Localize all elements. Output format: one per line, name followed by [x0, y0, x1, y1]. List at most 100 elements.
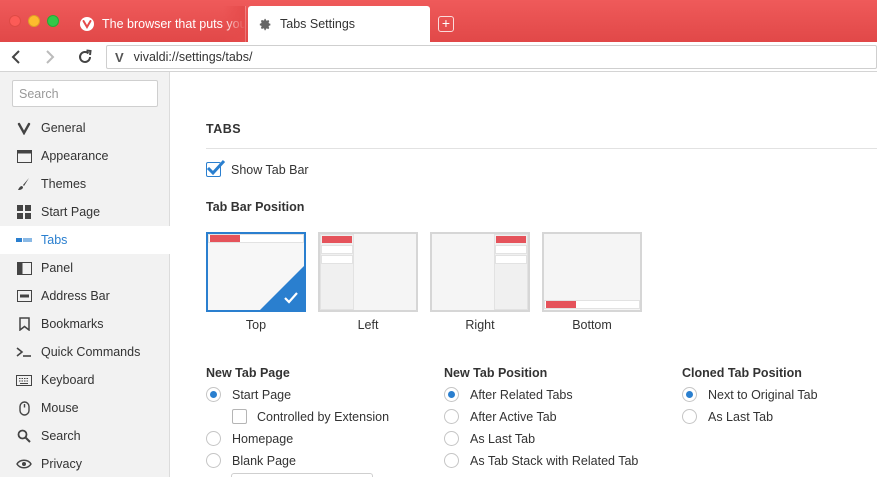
sidebar-item-general[interactable]: General [0, 114, 170, 142]
address-bar-icon [15, 287, 33, 305]
cloned-tab-position-option[interactable]: Next to Original Tab [682, 387, 818, 402]
show-tab-bar-option[interactable]: Show Tab Bar [206, 159, 309, 177]
option-label: Start Page [232, 387, 292, 402]
zoom-window-button[interactable] [47, 15, 59, 27]
cloned-as-last-tab-radio[interactable] [682, 409, 697, 424]
new-tab-position-option[interactable]: As Tab Stack with Related Tab [444, 453, 638, 468]
sidebar-item-label: Tabs [41, 233, 68, 247]
after-related-tabs-radio[interactable] [444, 387, 459, 402]
new-tab-position-option[interactable]: After Active Tab [444, 409, 557, 424]
bookmark-icon [15, 315, 33, 333]
sidebar-item-label: Bookmarks [41, 317, 104, 331]
tab-position-preview [206, 232, 306, 312]
sidebar-item-label: Privacy [41, 457, 82, 471]
sidebar-item-mouse[interactable]: Mouse [0, 394, 170, 422]
new-tab-button[interactable]: + [438, 16, 454, 32]
tab-position-right[interactable]: Right [430, 232, 530, 332]
new-tab-page-title: New Tab Page [206, 366, 290, 380]
new-tab-page-start-page-option[interactable]: Start Page [206, 387, 291, 402]
search-icon [15, 427, 33, 445]
settings-content: TABS Show Tab Bar Tab Bar Position Top L… [171, 72, 877, 477]
new-tab-position-option[interactable]: As Last Tab [444, 431, 535, 446]
chevron-left-icon [11, 50, 20, 64]
blank-page-radio[interactable] [206, 453, 221, 468]
plus-icon: + [441, 15, 451, 31]
quick-commands-icon [15, 343, 33, 361]
tab-position-preview [542, 232, 642, 312]
sidebar-item-label: Keyboard [41, 373, 95, 387]
sidebar-item-appearance[interactable]: Appearance [0, 142, 170, 170]
tab-position-label: Top [245, 318, 267, 332]
option-label: Controlled by Extension [257, 409, 390, 424]
mouse-icon [15, 399, 33, 417]
vivaldi-icon: V [115, 49, 124, 65]
cloned-tab-position-title: Cloned Tab Position [682, 366, 802, 380]
option-label: Homepage [232, 431, 294, 446]
url-text: vivaldi://settings/tabs/ [133, 50, 253, 64]
as-last-tab-radio[interactable] [444, 431, 459, 446]
start-page-radio[interactable] [206, 387, 221, 402]
reload-icon [79, 49, 92, 63]
sidebar-item-panel[interactable]: Panel [0, 254, 170, 282]
cloned-tab-position-option[interactable]: As Last Tab [682, 409, 773, 424]
forward-button[interactable] [39, 46, 61, 68]
address-bar: V vivaldi://settings/tabs/ [0, 42, 877, 72]
option-label: After Related Tabs [470, 387, 573, 402]
sidebar-item-label: Panel [41, 261, 73, 275]
sidebar-item-label: General [41, 121, 86, 135]
back-button[interactable] [5, 46, 27, 68]
sidebar-item-privacy[interactable]: Privacy [0, 450, 170, 477]
eye-icon [15, 455, 33, 473]
as-tab-stack-radio[interactable] [444, 453, 459, 468]
option-label: As Last Tab [708, 409, 774, 424]
minimize-window-button[interactable] [28, 15, 40, 27]
tab-vivaldi-home[interactable]: The browser that puts you first [70, 6, 246, 42]
new-tab-page-blank-page-option[interactable]: Blank Page [206, 453, 296, 468]
show-tab-bar-label: Show Tab Bar [231, 162, 309, 177]
window-icon [15, 147, 33, 165]
sidebar-item-label: Appearance [41, 149, 109, 163]
vivaldi-icon [15, 119, 33, 137]
sidebar-item-label: Themes [41, 177, 87, 191]
tab-position-label: Left [357, 318, 379, 332]
controlled-by-extension-option[interactable]: Controlled by Extension [232, 409, 389, 424]
sidebar-item-search[interactable]: Search [0, 422, 170, 450]
option-label: Next to Original Tab [708, 387, 818, 402]
url-field[interactable]: V vivaldi://settings/tabs/ [106, 45, 877, 69]
after-active-tab-radio[interactable] [444, 409, 459, 424]
sidebar-item-themes[interactable]: Themes [0, 170, 170, 198]
close-window-button[interactable] [9, 15, 21, 27]
new-tab-position-title: New Tab Position [444, 366, 548, 380]
tab-position-preview [430, 232, 530, 312]
sidebar-item-keyboard[interactable]: Keyboard [0, 366, 170, 394]
new-tab-page-homepage-option[interactable]: Homepage [206, 431, 293, 446]
section-divider [206, 148, 877, 149]
settings-nav: General Appearance Themes Start Page Tab… [0, 114, 170, 477]
sidebar-item-label: Quick Commands [41, 345, 141, 359]
chevron-right-icon [46, 50, 55, 64]
sidebar-item-address-bar[interactable]: Address Bar [0, 282, 170, 310]
settings-search-input[interactable] [12, 80, 158, 107]
homepage-radio[interactable] [206, 431, 221, 446]
checkmark-icon [206, 159, 226, 176]
tab-bar-position-title: Tab Bar Position [206, 200, 305, 214]
reload-button[interactable] [74, 46, 96, 68]
sidebar-item-tabs[interactable]: Tabs [0, 226, 170, 254]
sidebar-item-bookmarks[interactable]: Bookmarks [0, 310, 170, 338]
keyboard-icon [15, 371, 33, 389]
sidebar-item-start-page[interactable]: Start Page [0, 198, 170, 226]
homepage-url-field[interactable] [231, 473, 373, 477]
tab-settings[interactable]: Tabs Settings [248, 6, 430, 42]
tab-position-top[interactable]: Top [206, 232, 306, 332]
next-to-original-tab-radio[interactable] [682, 387, 697, 402]
option-label: Blank Page [232, 453, 296, 468]
show-tab-bar-checkbox[interactable] [206, 159, 226, 177]
panel-icon [15, 259, 33, 277]
sidebar-item-label: Address Bar [41, 289, 110, 303]
new-tab-position-option[interactable]: After Related Tabs [444, 387, 573, 402]
controlled-by-extension-checkbox[interactable] [232, 409, 247, 424]
grid-icon [15, 203, 33, 221]
tab-position-left[interactable]: Left [318, 232, 418, 332]
tab-position-bottom[interactable]: Bottom [542, 232, 642, 332]
sidebar-item-quick-commands[interactable]: Quick Commands [0, 338, 170, 366]
